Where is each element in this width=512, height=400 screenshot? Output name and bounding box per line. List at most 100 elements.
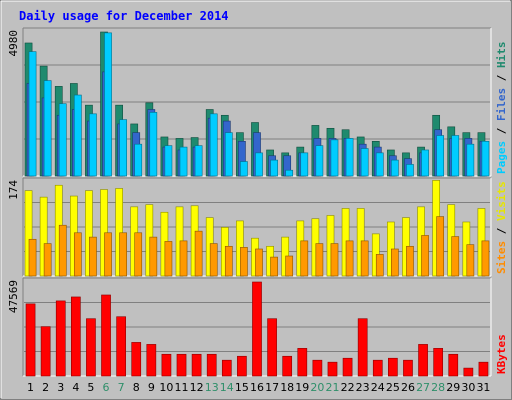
bar-kbytes-day-17 xyxy=(267,318,277,377)
legend-entry: / xyxy=(495,221,508,241)
bar-sites-day-16 xyxy=(255,248,263,277)
bar-sites-day-10 xyxy=(164,241,173,277)
bar-pages-day-10 xyxy=(164,145,173,177)
bar-pages-day-3 xyxy=(58,103,67,177)
bar-kbytes-day-11 xyxy=(176,353,187,377)
bar-sites-day-6 xyxy=(104,232,112,277)
bar-kbytes-day-25 xyxy=(388,357,398,377)
panel-legend: Pages / Files / Hits xyxy=(495,42,508,175)
x-tick-label: 20 xyxy=(310,381,324,394)
bar-sites-day-14 xyxy=(224,245,233,277)
bar-pages-day-20 xyxy=(315,145,324,177)
x-tick-label: 16 xyxy=(250,381,264,394)
bar-kbytes-day-10 xyxy=(161,353,172,377)
bar-pages-day-11 xyxy=(179,146,188,177)
legend-entry: / xyxy=(495,121,508,141)
bar-sites-day-22 xyxy=(345,240,354,277)
daily-usage-chart-svg: Daily usage for December 2014 4980 Pages … xyxy=(0,0,512,400)
chart-panel-3: 47569 KBytes xyxy=(7,277,508,377)
bar-pages-day-5 xyxy=(89,113,97,177)
x-tick-label: 24 xyxy=(371,381,385,394)
bar-pages-day-29 xyxy=(451,135,460,177)
bar-sites-day-30 xyxy=(466,244,475,277)
x-tick-label: 8 xyxy=(133,381,140,394)
x-tick-label: 19 xyxy=(295,381,309,394)
chart-panels: 4980 Pages / Files / Hits 174 Sites / Visit… xyxy=(7,27,508,377)
bar-kbytes-day-30 xyxy=(463,367,474,377)
bar-sites-day-15 xyxy=(240,247,248,277)
bar-sites-day-26 xyxy=(406,245,414,277)
bar-kbytes-day-31 xyxy=(478,361,489,377)
bar-kbytes-day-8 xyxy=(131,342,142,377)
bar-pages-day-26 xyxy=(406,164,414,177)
x-tick-label: 30 xyxy=(461,381,475,394)
bar-pages-day-25 xyxy=(391,159,399,177)
bar-pages-day-12 xyxy=(194,145,203,177)
bar-sites-day-4 xyxy=(73,232,82,277)
bar-pages-day-24 xyxy=(375,152,384,177)
bar-pages-day-8 xyxy=(134,143,143,177)
bar-kbytes-day-16 xyxy=(252,281,262,377)
usage-chart: Daily usage for December 2014 4980 Pages … xyxy=(0,0,512,400)
x-tick-label: 2 xyxy=(42,381,49,394)
bar-kbytes-day-3 xyxy=(55,300,66,377)
x-tick-label: 3 xyxy=(57,381,64,394)
bar-pages-day-6 xyxy=(104,32,112,177)
x-tick-label: 29 xyxy=(446,381,460,394)
legend-entry: Files xyxy=(495,88,508,121)
bar-pages-day-2 xyxy=(43,80,52,177)
bar-pages-day-21 xyxy=(330,139,339,177)
bar-pages-day-27 xyxy=(421,149,429,177)
bar-sites-day-28 xyxy=(436,216,445,277)
legend-entry: Hits xyxy=(495,42,508,69)
y-max-label: 174 xyxy=(7,180,20,200)
bar-pages-day-15 xyxy=(240,161,248,177)
bar-kbytes-day-23 xyxy=(357,318,368,377)
bar-kbytes-day-14 xyxy=(221,359,232,377)
y-max-label: 47569 xyxy=(7,280,20,313)
x-tick-label: 18 xyxy=(280,381,294,394)
x-tick-label: 7 xyxy=(118,381,125,394)
bar-sites-day-5 xyxy=(89,236,97,277)
bar-kbytes-day-27 xyxy=(418,344,428,377)
bar-sites-day-3 xyxy=(58,224,67,277)
x-tick-label: 26 xyxy=(401,381,415,394)
chart-panel-1: 4980 Pages / Files / Hits xyxy=(7,27,508,177)
bar-pages-day-13 xyxy=(209,113,218,177)
bar-kbytes-day-28 xyxy=(433,348,444,377)
bar-sites-day-21 xyxy=(330,243,339,277)
bar-pages-day-18 xyxy=(285,169,294,177)
x-tick-label: 11 xyxy=(175,381,189,394)
bar-sites-day-9 xyxy=(149,236,158,277)
bar-kbytes-day-1 xyxy=(25,303,36,377)
bar-kbytes-day-29 xyxy=(448,353,459,377)
bar-sites-day-18 xyxy=(285,255,294,277)
bar-kbytes-day-18 xyxy=(282,355,293,377)
bar-pages-day-1 xyxy=(28,51,37,177)
x-tick-label: 15 xyxy=(235,381,249,394)
bar-sites-day-7 xyxy=(119,232,127,277)
bar-sites-day-8 xyxy=(134,232,143,277)
bar-sites-day-24 xyxy=(375,254,384,277)
x-tick-label: 31 xyxy=(476,381,490,394)
y-max-label: 4980 xyxy=(7,30,20,57)
bar-pages-day-22 xyxy=(345,138,354,177)
bar-kbytes-day-21 xyxy=(327,361,338,377)
bar-pages-day-17 xyxy=(270,159,278,177)
bar-sites-day-12 xyxy=(194,230,203,277)
legend-entry: / xyxy=(495,68,508,88)
x-tick-label: 5 xyxy=(87,381,94,394)
bar-sites-day-1 xyxy=(28,238,37,277)
bar-sites-day-29 xyxy=(451,236,460,277)
bar-kbytes-day-22 xyxy=(342,357,353,377)
panel-legend: KBytes xyxy=(495,334,508,374)
x-tick-label: 22 xyxy=(341,381,355,394)
x-tick-label: 4 xyxy=(72,381,79,394)
bar-kbytes-day-26 xyxy=(403,359,413,377)
x-tick-label: 17 xyxy=(265,381,279,394)
bar-kbytes-day-13 xyxy=(206,353,217,377)
x-tick-label: 25 xyxy=(386,381,400,394)
legend-entry: KBytes xyxy=(495,334,508,374)
panel-legend: Sites / Visits xyxy=(495,181,508,274)
bar-pages-day-14 xyxy=(224,132,233,177)
